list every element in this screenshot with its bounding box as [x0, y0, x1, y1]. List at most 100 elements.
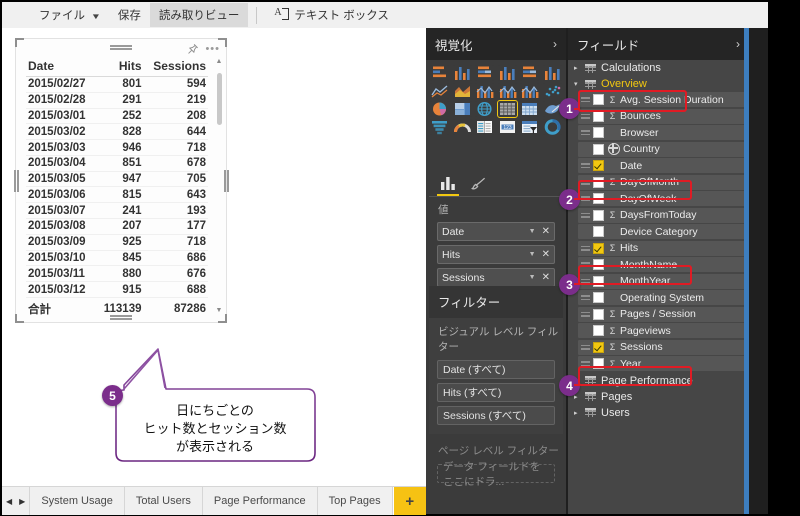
remove-icon[interactable]: ✕: [542, 272, 550, 283]
table-row[interactable]: 2015/03/12 915 688: [26, 281, 208, 298]
multi-row-card-icon[interactable]: [475, 119, 495, 135]
remove-icon[interactable]: ✕: [542, 249, 550, 260]
table-row[interactable]: 2015/03/08 207 177: [26, 218, 208, 235]
line-and-stacked-column-icon[interactable]: [497, 83, 517, 99]
field-group-overview[interactable]: ▾ Overview: [568, 76, 749, 92]
report-canvas[interactable]: ••• Date Hits Sessions 2015/02/27 801 594 2…: [2, 28, 426, 486]
chevron-down-icon[interactable]: ▾: [574, 80, 582, 88]
next-page-icon[interactable]: ▶: [19, 497, 25, 506]
scrollbar-thumb[interactable]: [744, 28, 749, 514]
prev-page-icon[interactable]: ◀: [6, 497, 12, 506]
drag-handle-icon[interactable]: [581, 211, 590, 220]
drag-handle-icon[interactable]: [581, 343, 590, 352]
table-row[interactable]: 2015/03/10 845 686: [26, 250, 208, 267]
pin-icon[interactable]: [187, 43, 199, 55]
page-tab-system-usage[interactable]: System Usage: [29, 487, 124, 515]
tab-format[interactable]: [471, 170, 486, 196]
value-field-date[interactable]: Date ▼ ✕: [437, 222, 555, 241]
page-tab-page-performance[interactable]: Page Performance: [201, 487, 317, 515]
100-stacked-column-chart-icon[interactable]: [542, 65, 562, 81]
funnel-chart-icon[interactable]: [430, 119, 450, 135]
fields-scrollbar[interactable]: [744, 28, 749, 514]
treemap-icon[interactable]: [452, 101, 472, 117]
table-row[interactable]: 2015/02/28 291 219: [26, 92, 208, 109]
field-item-operating-system[interactable]: Operating System: [578, 290, 745, 305]
map-icon[interactable]: [475, 101, 495, 117]
donut-chart-icon[interactable]: [542, 119, 562, 135]
field-item-monthyear[interactable]: MonthYear: [578, 273, 745, 289]
scrollbar-thumb[interactable]: [216, 73, 222, 125]
visual-filter-item[interactable]: Hits (すべて): [437, 383, 555, 402]
field-item-year[interactable]: Σ Year: [578, 356, 745, 371]
field-checkbox[interactable]: [593, 226, 604, 237]
resize-handle-top[interactable]: [110, 44, 132, 51]
field-item-country[interactable]: Country: [578, 141, 745, 157]
scroll-down-icon[interactable]: ▼: [215, 306, 223, 315]
table-row[interactable]: 2015/02/27 801 594: [26, 76, 208, 93]
resize-handle-right[interactable]: [223, 169, 229, 192]
field-checkbox[interactable]: [593, 341, 604, 353]
drag-handle-icon[interactable]: [581, 244, 590, 253]
field-checkbox[interactable]: [593, 127, 604, 138]
table-icon[interactable]: [496, 100, 518, 118]
table-scrollbar[interactable]: ▲ ▼: [215, 57, 223, 315]
clustered-column-chart-icon[interactable]: [497, 65, 517, 81]
chevron-right-icon[interactable]: ›: [736, 37, 740, 51]
clustered-bar-chart-icon[interactable]: [475, 65, 495, 81]
column-header-date[interactable]: Date: [26, 57, 97, 77]
line-and-clustered-column-icon[interactable]: [520, 83, 540, 99]
field-checkbox[interactable]: [593, 275, 604, 287]
table-row[interactable]: 2015/03/04 851 678: [26, 155, 208, 172]
resize-handle-bl[interactable]: [15, 314, 24, 323]
field-group-users[interactable]: ▸ Users: [568, 405, 749, 421]
field-checkbox[interactable]: [593, 325, 604, 336]
field-item-device-category[interactable]: Device Category: [578, 224, 745, 239]
field-checkbox[interactable]: [593, 143, 604, 155]
field-item-browser[interactable]: Browser: [578, 125, 745, 140]
drag-handle-icon[interactable]: [581, 112, 590, 121]
scroll-up-icon[interactable]: ▲: [215, 57, 223, 66]
scatter-chart-icon[interactable]: [542, 83, 562, 99]
field-item-bounces[interactable]: Σ Bounces: [578, 108, 745, 124]
field-checkbox[interactable]: [593, 292, 604, 303]
chevron-right-icon[interactable]: ›: [553, 37, 557, 51]
field-item-hits[interactable]: Σ Hits: [578, 240, 745, 256]
matrix-icon[interactable]: [520, 101, 540, 117]
table-row[interactable]: 2015/03/02 828 644: [26, 123, 208, 141]
field-group-page-performance[interactable]: ▸Page Performance: [568, 373, 749, 389]
field-item-daysfromtoday[interactable]: Σ DaysFromToday: [578, 207, 745, 223]
visual-filter-item[interactable]: Sessions (すべて): [437, 406, 555, 425]
field-item-pages-session[interactable]: Σ Pages / Session: [578, 306, 745, 322]
area-chart-icon[interactable]: [452, 83, 472, 99]
field-checkbox[interactable]: [593, 160, 604, 171]
stacked-area-chart-icon[interactable]: [475, 83, 495, 99]
drag-handle-icon[interactable]: [581, 310, 590, 319]
drag-handle-icon[interactable]: [581, 95, 590, 104]
table-row[interactable]: 2015/03/09 925 718: [26, 234, 208, 251]
page-tab-total-users[interactable]: Total Users: [123, 487, 202, 515]
tab-fields[interactable]: [437, 170, 459, 196]
chevron-down-icon[interactable]: ▼: [529, 274, 536, 281]
field-item-pageviews[interactable]: Σ Pageviews: [578, 323, 745, 338]
field-item-sessions[interactable]: Σ Sessions: [578, 339, 745, 355]
field-checkbox[interactable]: [593, 94, 604, 105]
drag-handle-icon[interactable]: [581, 128, 590, 137]
table-row[interactable]: 2015/03/06 815 643: [26, 186, 208, 204]
field-checkbox[interactable]: [593, 193, 604, 204]
chevron-down-icon[interactable]: ▼: [529, 251, 536, 258]
table-row[interactable]: 2015/03/07 241 193: [26, 202, 208, 220]
more-options-icon[interactable]: •••: [205, 44, 220, 55]
chevron-right-icon[interactable]: ▸: [574, 409, 582, 417]
field-checkbox[interactable]: [593, 358, 604, 369]
page-filter-dropzone[interactable]: データ フィールドをここにドラ...: [437, 461, 555, 488]
field-checkbox[interactable]: [593, 259, 604, 270]
drag-handle-icon[interactable]: [581, 194, 590, 203]
add-page-button[interactable]: +: [392, 487, 426, 515]
field-checkbox[interactable]: [593, 308, 604, 320]
field-item-monthname[interactable]: MonthName: [578, 257, 745, 272]
menu-item-save[interactable]: 保存: [109, 3, 150, 27]
field-item-dayofweek[interactable]: DayOfWeek: [578, 191, 745, 206]
drag-handle-icon[interactable]: [581, 161, 590, 170]
table-visual[interactable]: ••• Date Hits Sessions 2015/02/27 801 594 2…: [14, 38, 229, 323]
menu-item-reading-view[interactable]: 読み取りビュー: [149, 3, 249, 27]
